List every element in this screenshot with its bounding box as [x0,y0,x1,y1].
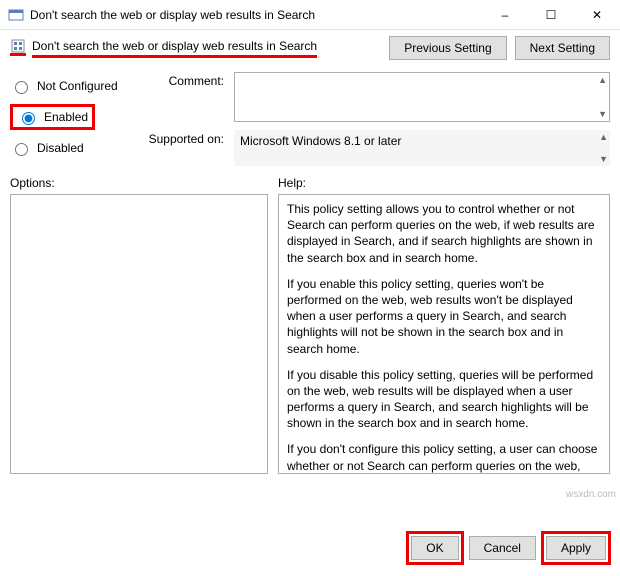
panes: This policy setting allows you to contro… [0,194,620,474]
help-label: Help: [278,176,306,190]
app-icon [8,7,24,23]
supported-row: Supported on: Microsoft Windows 8.1 or l… [144,130,610,166]
title-bar: Don't search the web or display web resu… [0,0,620,30]
scroll-down-icon: ▼ [599,154,608,164]
footer-buttons: OK Cancel Apply [411,536,606,560]
config-row: Not Configured Enabled Disabled Comment:… [0,60,620,172]
scroll-up-icon: ▲ [598,75,607,85]
radio-not-configured[interactable]: Not Configured [10,78,130,94]
pane-labels: Options: Help: [0,172,620,194]
help-p2: If you enable this policy setting, queri… [287,276,601,357]
policy-name: Don't search the web or display web resu… [32,39,317,58]
close-icon: ✕ [592,8,602,22]
apply-button[interactable]: Apply [546,536,606,560]
radio-disabled-input[interactable] [15,143,28,156]
radio-enabled[interactable]: Enabled [10,104,95,130]
nav-buttons: Previous Setting Next Setting [389,36,610,60]
maximize-button[interactable]: ☐ [528,0,574,30]
radio-enabled-label: Enabled [44,110,88,124]
help-pane[interactable]: This policy setting allows you to contro… [278,194,610,474]
ok-button[interactable]: OK [411,536,458,560]
minimize-button[interactable]: – [482,0,528,30]
radio-enabled-input[interactable] [22,112,35,125]
help-p3: If you disable this policy setting, quer… [287,367,601,432]
options-pane[interactable] [10,194,268,474]
comment-label: Comment: [144,72,224,122]
cancel-button[interactable]: Cancel [469,536,536,560]
maximize-icon: ☐ [546,8,557,22]
scroll-up-icon: ▲ [599,132,608,142]
comment-row: Comment: ▲ ▼ [144,72,610,122]
state-radio-group: Not Configured Enabled Disabled [10,72,130,166]
radio-not-configured-label: Not Configured [37,79,118,93]
supported-label: Supported on: [144,130,224,166]
scroll-down-icon: ▼ [598,109,607,119]
watermark: wsxdn.com [566,489,616,500]
comment-textarea[interactable]: ▲ ▼ [234,72,610,122]
minimize-icon: – [502,8,509,22]
help-p1: This policy setting allows you to contro… [287,201,601,266]
supported-value: Microsoft Windows 8.1 or later [240,134,401,148]
radio-not-configured-input[interactable] [15,81,28,94]
right-column: Comment: ▲ ▼ Supported on: Microsoft Win… [144,72,610,166]
options-label: Options: [10,176,278,190]
supported-value-box: Microsoft Windows 8.1 or later ▲ ▼ [234,130,610,166]
header-row: Don't search the web or display web resu… [0,30,620,60]
policy-name-wrap: Don't search the web or display web resu… [10,39,317,58]
policy-icon [10,40,26,56]
radio-disabled[interactable]: Disabled [10,140,130,156]
previous-setting-button[interactable]: Previous Setting [389,36,506,60]
radio-disabled-label: Disabled [37,141,84,155]
window-title: Don't search the web or display web resu… [30,8,482,22]
close-button[interactable]: ✕ [574,0,620,30]
help-p4: If you don't configure this policy setti… [287,441,601,474]
next-setting-button[interactable]: Next Setting [515,36,610,60]
